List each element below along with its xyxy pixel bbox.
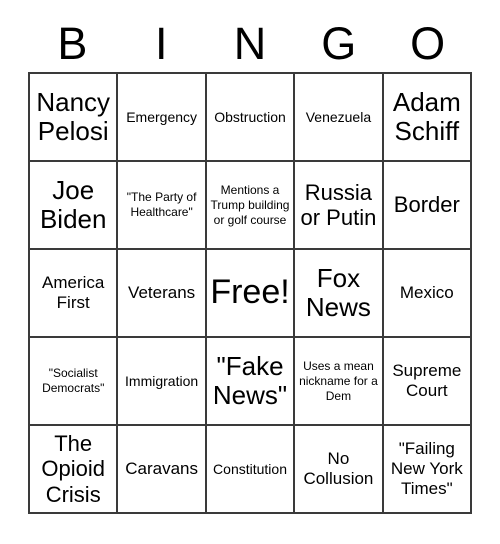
bingo-cell[interactable]: Mexico bbox=[383, 250, 473, 338]
header-letter-i: I bbox=[154, 17, 168, 69]
bingo-row: The Opioid Crisis Caravans Constitution No … bbox=[30, 426, 473, 514]
bingo-cell[interactable]: Joe Biden bbox=[30, 162, 119, 250]
bingo-cell-label: The Opioid Crisis bbox=[41, 431, 105, 507]
bingo-cell-label: No Collusion bbox=[303, 449, 374, 488]
bingo-cell[interactable]: Veterans bbox=[118, 250, 207, 338]
header-letter-n: N bbox=[233, 17, 267, 69]
bingo-row: Joe Biden "The Party of Healthcare" Mentio… bbox=[30, 162, 473, 250]
bingo-cell-label: America First bbox=[42, 273, 105, 312]
bingo-cell[interactable]: Russia or Putin bbox=[295, 162, 384, 250]
bingo-cell[interactable]: Immigration bbox=[118, 338, 207, 426]
bingo-cell[interactable]: Supreme Court bbox=[383, 338, 473, 426]
bingo-cell-label: Free! bbox=[210, 273, 290, 312]
bingo-cell-label: Russia or Putin bbox=[300, 179, 377, 230]
bingo-free-cell[interactable]: Free! bbox=[206, 250, 296, 338]
bingo-row: America First Veterans Free! Fox News Mexico bbox=[30, 250, 473, 338]
bingo-cell[interactable]: Caravans bbox=[118, 426, 207, 514]
bingo-cell[interactable]: Border bbox=[383, 162, 473, 250]
bingo-cell[interactable]: Obstruction bbox=[206, 74, 296, 162]
bingo-cell-label: Joe Biden bbox=[39, 174, 107, 234]
bingo-cell-label: Veterans bbox=[128, 283, 196, 303]
bingo-cell[interactable]: "The Party of Healthcare" bbox=[118, 162, 207, 250]
bingo-cell-label: Obstruction bbox=[214, 108, 286, 125]
bingo-cell[interactable]: "Fake News" bbox=[206, 338, 296, 426]
bingo-cell-label: Border bbox=[393, 192, 460, 218]
bingo-cell[interactable]: Fox News bbox=[295, 250, 384, 338]
bingo-cell[interactable]: "Socialist Democrats" bbox=[30, 338, 119, 426]
bingo-cell-label: "Fake News" bbox=[212, 350, 288, 410]
bingo-cell[interactable]: "Failing New York Times" bbox=[383, 426, 473, 514]
bingo-cell-label: "The Party of Healthcare" bbox=[126, 190, 197, 219]
bingo-row: Nancy Pelosi Emergency Obstruction Venezuel… bbox=[30, 74, 473, 162]
bingo-cell-label: Immigration bbox=[125, 372, 199, 389]
header-letter-o: O bbox=[410, 17, 446, 69]
bingo-cell-label: Mentions a Trump building or golf course bbox=[210, 182, 290, 227]
bingo-cell[interactable]: The Opioid Crisis bbox=[30, 426, 119, 514]
bingo-cell-label: "Failing New York Times" bbox=[390, 439, 463, 498]
bingo-card: B I N G O Nancy Pelosi Emergency Obstructi… bbox=[28, 14, 473, 514]
bingo-cell[interactable]: Uses a mean nickname for a Dem bbox=[295, 338, 384, 426]
bingo-cell-label: "Socialist Democrats" bbox=[42, 366, 105, 395]
bingo-cell-label: Constitution bbox=[213, 460, 287, 477]
bingo-cell-label: Mexico bbox=[399, 283, 454, 303]
bingo-cell[interactable]: Adam Schiff bbox=[383, 74, 473, 162]
bingo-cell[interactable]: No Collusion bbox=[295, 426, 384, 514]
bingo-cell-label: Supreme Court bbox=[392, 361, 462, 400]
bingo-cell[interactable]: Mentions a Trump building or golf course bbox=[206, 162, 296, 250]
bingo-cell[interactable]: America First bbox=[30, 250, 119, 338]
bingo-cell-label: Venezuela bbox=[305, 108, 372, 125]
bingo-row: "Socialist Democrats" Immigration "Fake Ne… bbox=[30, 338, 473, 426]
bingo-cell[interactable]: Venezuela bbox=[295, 74, 384, 162]
bingo-grid: Nancy Pelosi Emergency Obstruction Venezuel… bbox=[28, 72, 473, 514]
bingo-cell[interactable]: Nancy Pelosi bbox=[30, 74, 119, 162]
bingo-cell-label: Emergency bbox=[126, 108, 198, 125]
bingo-cell-label: Fox News bbox=[305, 262, 371, 322]
bingo-cell-label: Nancy Pelosi bbox=[36, 86, 111, 146]
bingo-header: B I N G O bbox=[28, 14, 472, 72]
bingo-cell[interactable]: Emergency bbox=[118, 74, 207, 162]
header-letter-b: B bbox=[57, 17, 88, 69]
bingo-cell-label: Adam Schiff bbox=[392, 86, 461, 146]
bingo-cell[interactable]: Constitution bbox=[206, 426, 296, 514]
header-letter-g: G bbox=[321, 17, 357, 69]
bingo-cell-label: Caravans bbox=[125, 459, 198, 479]
bingo-cell-label: Uses a mean nickname for a Dem bbox=[299, 358, 378, 403]
